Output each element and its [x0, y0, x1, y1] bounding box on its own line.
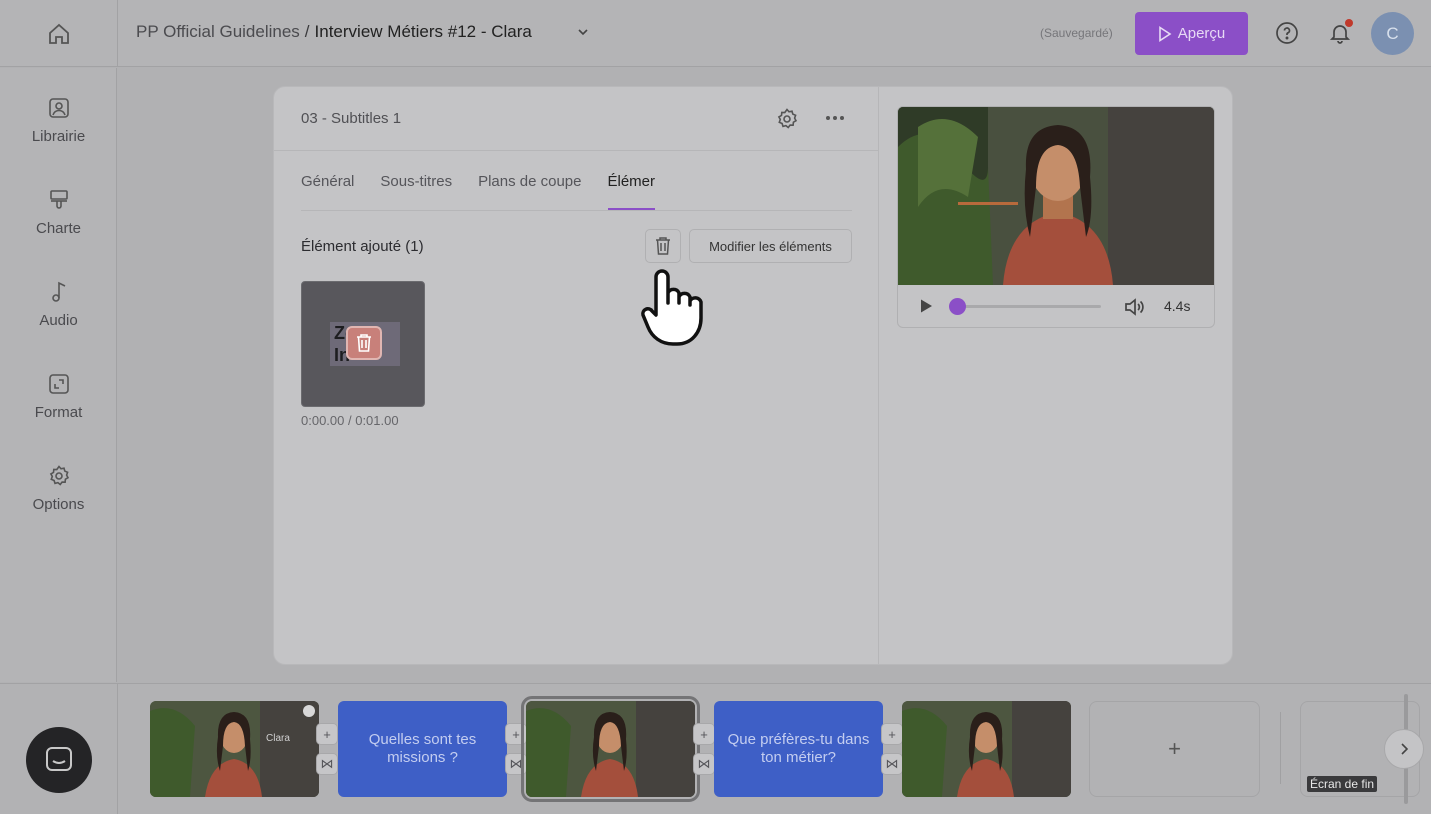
added-elements-label: Élément ajouté (1)	[301, 238, 424, 255]
breadcrumb-folder[interactable]: PP Official Guidelines	[136, 22, 300, 42]
more-horizontal-icon	[826, 116, 844, 120]
tab-elements[interactable]: Élémer	[607, 173, 655, 210]
format-resize-icon	[48, 374, 69, 394]
sidebar-item-label: Librairie	[31, 128, 86, 145]
more-options-button[interactable]	[824, 109, 846, 132]
editor-tabs: Général Sous-titres Plans de coupe Éléme…	[301, 173, 655, 210]
panel-title: 03 - Subtitles 1	[301, 110, 402, 127]
music-note-icon	[51, 281, 65, 302]
home-button[interactable]	[0, 0, 118, 67]
tab-cutaways[interactable]: Plans de coupe	[478, 173, 581, 210]
project-title: Interview Métiers #12 - Clara	[314, 22, 532, 41]
progress-knob[interactable]	[949, 298, 967, 315]
paint-brush-icon	[49, 190, 68, 209]
add-between-button[interactable]: +	[505, 723, 527, 745]
sidebar: Librairie Charte Audio Format Options	[0, 68, 117, 682]
chat-support-button[interactable]	[26, 727, 92, 793]
timeline-left-cell	[0, 684, 118, 814]
sidebar-item-librairie[interactable]: Librairie	[0, 96, 117, 176]
delete-elements-button[interactable]	[645, 229, 681, 263]
sidebar-item-label: Options	[32, 496, 85, 513]
avatar[interactable]: C	[1371, 12, 1414, 55]
sidebar-item-audio[interactable]: Audio	[0, 280, 117, 360]
transition-button[interactable]: ⋈	[881, 753, 903, 775]
play-icon	[921, 299, 932, 313]
chevron-down-icon	[578, 29, 588, 36]
chat-icon	[46, 747, 72, 771]
volume-icon	[1125, 298, 1144, 316]
timeline-divider	[1280, 712, 1281, 784]
tabs-divider	[301, 210, 852, 211]
clip-menu-button[interactable]	[303, 705, 315, 717]
transition-button[interactable]: ⋈	[316, 753, 338, 775]
project-menu-button[interactable]	[576, 25, 590, 39]
tab-subtitles[interactable]: Sous-titres	[380, 173, 452, 210]
play-outline-icon	[1158, 25, 1172, 42]
modify-elements-button[interactable]: Modifier les éléments	[689, 229, 852, 263]
hand-pointer-cursor-icon	[641, 269, 703, 346]
header-divider	[274, 150, 879, 151]
end-screen-label: Écran de fin	[1307, 776, 1378, 792]
sidebar-item-format[interactable]: Format	[0, 372, 117, 452]
add-clip-button[interactable]: +	[1089, 701, 1260, 797]
help-icon	[1276, 22, 1298, 44]
clip-thumbnail	[150, 701, 319, 797]
gear-icon	[49, 465, 69, 486]
plus-icon: +	[1168, 736, 1181, 761]
video-duration: 4.4s	[1164, 298, 1191, 314]
add-between-button[interactable]: +	[316, 723, 338, 745]
help-button[interactable]	[1275, 21, 1299, 50]
video-frame[interactable]	[898, 107, 1214, 285]
clip-name-label: Clara	[266, 733, 290, 744]
timeline-clip-video[interactable]	[902, 701, 1071, 797]
timeline-scroll-right-button[interactable]	[1384, 729, 1424, 769]
element-delete-button[interactable]	[346, 326, 382, 360]
tab-general[interactable]: Général	[301, 173, 354, 210]
element-thumbnail[interactable]: Zoom In	[301, 281, 425, 407]
image-library-icon	[48, 98, 69, 118]
preview-button[interactable]: Aperçu	[1135, 12, 1248, 55]
home-icon	[48, 23, 69, 44]
add-between-button[interactable]: +	[693, 723, 715, 745]
transition-button[interactable]: ⋈	[505, 753, 527, 775]
timeline-clip-text[interactable]: Quelles sont tes missions ?	[338, 701, 507, 797]
volume-button[interactable]	[1124, 297, 1146, 322]
clip-thumbnail	[902, 701, 1071, 797]
play-button[interactable]	[918, 298, 934, 319]
sidebar-item-label: Charte	[35, 220, 82, 237]
element-time-range: 0:00.00 / 0:01.00	[301, 413, 399, 428]
sidebar-item-label: Audio	[39, 312, 78, 329]
element-settings-panel: 03 - Subtitles 1 Général Sous-titres Pla…	[274, 87, 879, 664]
trash-icon	[656, 237, 670, 255]
trash-icon	[357, 334, 371, 352]
timeline-clip-video-selected[interactable]	[521, 696, 700, 802]
sidebar-item-label: Format	[34, 404, 83, 421]
editor-card: 03 - Subtitles 1 Général Sous-titres Pla…	[273, 86, 1233, 665]
panel-settings-button[interactable]	[775, 107, 799, 136]
sidebar-item-charte[interactable]: Charte	[0, 188, 117, 268]
top-bar: PP Official Guidelines / Interview Métie…	[0, 0, 1431, 67]
breadcrumb-separator: /	[304, 22, 310, 41]
breadcrumb: PP Official Guidelines / Interview Métie…	[136, 22, 590, 42]
chevron-right-icon	[1401, 743, 1409, 755]
save-status: (Sauvegardé)	[1040, 26, 1113, 40]
sidebar-item-options[interactable]: Options	[0, 464, 117, 544]
progress-slider[interactable]	[949, 298, 1101, 315]
notification-badge	[1345, 19, 1353, 27]
timeline-clip-video[interactable]: Clara	[150, 701, 319, 797]
timeline: Clara + ⋈ Quelles sont tes missions ? + …	[0, 683, 1431, 814]
add-between-button[interactable]: +	[881, 723, 903, 745]
preview-button-label: Aperçu	[1177, 25, 1226, 42]
video-preview: 4.4s	[897, 106, 1215, 328]
video-frame-image	[898, 107, 1214, 285]
gear-icon	[777, 108, 798, 129]
clip-thumbnail	[526, 701, 695, 797]
timeline-clip-text[interactable]: Que préfères-tu dans ton métier?	[714, 701, 883, 797]
video-controls: 4.4s	[898, 285, 1214, 327]
transition-button[interactable]: ⋈	[693, 753, 715, 775]
